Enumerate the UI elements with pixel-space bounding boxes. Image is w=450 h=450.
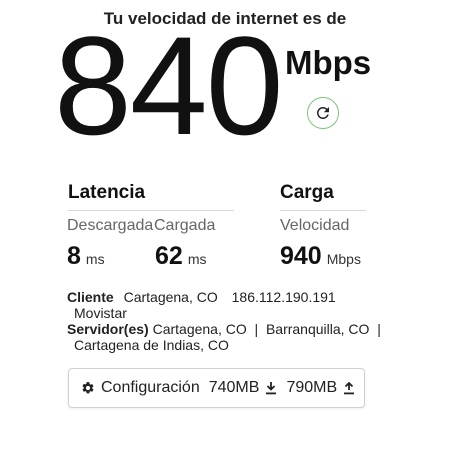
latency-unloaded-value: 8 [67, 242, 81, 270]
upload-speed-label: Velocidad [280, 217, 350, 234]
upload-speed-value: 940 [280, 242, 322, 270]
latency-title: Latencia [68, 182, 146, 203]
latency-unloaded: 8 ms [67, 242, 105, 271]
upload-divider [280, 210, 366, 211]
latency-loaded-unit: ms [187, 251, 207, 267]
latency-loaded: 62 ms [155, 242, 206, 271]
latency-unloaded-unit: ms [85, 251, 105, 267]
upload-speed-unit: Mbps [326, 251, 361, 267]
gear-icon [81, 381, 95, 395]
client-isp: Movistar [74, 305, 127, 321]
upload-icon [343, 381, 355, 395]
refresh-button[interactable] [307, 97, 339, 129]
download-icon [265, 381, 277, 395]
server-info: Servidor(es) Cartagena, CO | Barranquill… [67, 321, 381, 338]
download-speed-unit: Mbps [285, 44, 372, 81]
client-ip: 186.112.190.191 [231, 289, 336, 305]
settings-label: Configuración [101, 379, 200, 396]
refresh-icon [314, 104, 332, 122]
client-info: Cliente Cartagena, CO 186.112.190.191 [67, 289, 336, 306]
latency-divider [68, 210, 234, 211]
latency-unloaded-label: Descargada [67, 217, 154, 234]
upload-size: 790MB [286, 379, 338, 396]
server-list-line1: Cartagena, CO | Barranquilla, CO | [152, 321, 381, 337]
server-label: Servidor(es) [67, 321, 149, 337]
latency-loaded-value: 62 [155, 242, 183, 270]
upload-title: Carga [280, 182, 334, 203]
settings-button[interactable]: Configuración 740MB 790MB [68, 368, 365, 408]
client-label: Cliente [67, 289, 114, 305]
download-size: 740MB [208, 379, 260, 396]
client-location: Cartagena, CO [123, 289, 218, 305]
download-speed-value: 840 [54, 7, 284, 164]
latency-loaded-label: Cargada [154, 217, 216, 234]
upload-speed: 940 Mbps [280, 242, 361, 271]
server-list-line2: Cartagena de Indias, CO [74, 337, 229, 353]
